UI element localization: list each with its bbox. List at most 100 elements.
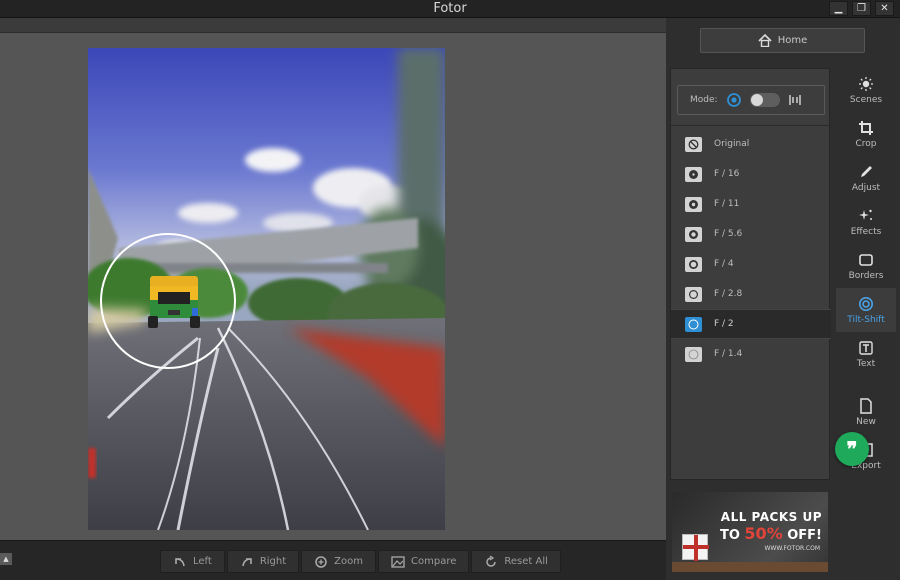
aperture-icon [685,346,702,362]
preset-label: F / 11 [714,199,740,209]
app-title: Fotor [433,1,467,16]
nav-label: Tilt-Shift [847,314,885,325]
preset-list: Original F / 16 F / 11 F / 5.6 F / 4 F /… [671,129,831,369]
promo-banner[interactable]: ALL PACKS UP TO 50% OFF! WWW.FOTOR.COM [672,492,828,572]
photo-canvas[interactable] [88,48,445,530]
minimize-button[interactable]: ▁ [829,1,848,16]
home-label: Home [777,35,808,46]
toggle-knob [750,94,763,106]
reset-all-label: Reset All [504,556,548,567]
linear-mode-icon[interactable] [788,94,802,106]
nav-tilt-shift[interactable]: Tilt-Shift [836,288,896,332]
rotate-left-label: Left [193,556,212,567]
preset-f2-8[interactable]: F / 2.8 [671,279,831,309]
new-file-icon [860,397,872,414]
gift-box-icon [682,534,709,561]
nav-label: Borders [848,270,884,281]
rotate-right-icon [242,557,252,566]
promo-table-graphic [672,562,828,572]
preset-label: F / 1.4 [714,349,743,359]
close-button[interactable]: ✕ [875,1,894,16]
nav-label: New [856,416,876,427]
pencil-icon [861,165,872,177]
aperture-icon [685,166,702,182]
nav-label: Text [856,358,876,369]
rotate-left-button[interactable]: Left [160,550,225,573]
quote-chat-button[interactable]: ❞ [835,432,869,466]
compare-label: Compare [411,556,457,567]
nav-scenes[interactable]: Scenes [836,68,896,112]
aperture-icon [685,286,702,302]
preset-f11[interactable]: F / 11 [671,189,831,219]
canvas-area [0,18,666,540]
compare-icon [391,555,405,568]
edited-photo [88,48,445,530]
home-button[interactable]: Home [700,28,865,53]
restore-button[interactable]: ❐ [852,1,871,16]
preset-f4[interactable]: F / 4 [671,249,831,279]
preset-label: F / 16 [714,169,740,179]
nav-label: Scenes [849,94,883,105]
title-bar: Fotor ▁ ❐ ✕ [0,0,900,18]
nav-new[interactable]: New [836,390,896,434]
no-effect-icon [685,136,702,152]
aperture-icon [685,316,702,332]
zoom-button[interactable]: Zoom [301,550,376,573]
bottom-toolbar: ▲ Left Right Zoom Compare Reset All [0,540,666,580]
nav-label: Crop [855,138,877,149]
border-icon [859,253,873,266]
zoom-label: Zoom [334,556,363,567]
nav-borders[interactable]: Borders [836,244,896,288]
crop-icon [859,120,873,135]
promo-offer-suffix: OFF! [782,528,822,543]
rotate-left-icon [175,557,185,566]
reset-all-button[interactable]: Reset All [471,550,561,573]
rotate-right-label: Right [259,556,287,567]
tilt-shift-icon [859,296,873,311]
nav-label: Adjust [851,182,881,193]
radial-mode-icon[interactable] [726,92,742,108]
canvas-header-strip [0,18,666,33]
preset-f1-4[interactable]: F / 1.4 [671,339,831,369]
right-panel: Home Mode: Original F / 16 F / 11 F / 5.… [666,18,900,580]
collapse-panel-button[interactable]: ▲ [0,553,12,565]
sparkle-icon [859,209,872,220]
preset-label: F / 2 [714,319,734,329]
rotate-right-button[interactable]: Right [226,550,300,573]
nav-crop[interactable]: Crop [836,112,896,156]
image-tools: Left Right Zoom Compare Reset All [160,550,561,573]
promo-headline: ALL PACKS UP [720,510,822,524]
preset-original[interactable]: Original [671,129,831,159]
promo-offer-prefix: TO [719,528,745,543]
aperture-icon [685,226,702,242]
preset-f5-6[interactable]: F / 5.6 [671,219,831,249]
nav-label: Effects [850,226,882,237]
preset-label: F / 4 [714,259,734,269]
home-icon [758,34,772,47]
window-controls: ▁ ❐ ✕ [829,1,894,16]
compare-button[interactable]: Compare [378,550,470,573]
mode-toggle[interactable] [749,93,780,107]
text-icon [859,340,873,355]
promo-url: WWW.FOTOR.COM [764,545,820,552]
promo-discount: 50% [744,524,783,543]
sun-icon [859,76,873,91]
preset-label: Original [714,139,750,149]
mode-label: Mode: [690,95,718,105]
promo-offer: TO 50% OFF! [720,524,822,543]
mode-selector: Mode: [677,85,825,115]
side-navigation: Scenes Crop Adjust Effects Borders Tilt-… [836,68,896,478]
panel-divider [671,125,831,126]
nav-text[interactable]: Text [836,332,896,376]
aperture-icon [685,256,702,272]
tilt-shift-panel: Mode: Original F / 16 F / 11 F / 5.6 F /… [670,68,831,480]
preset-f2[interactable]: F / 2 [671,309,831,339]
reset-icon [486,554,497,567]
preset-label: F / 2.8 [714,289,743,299]
zoom-icon [315,555,327,568]
aperture-icon [685,196,702,212]
nav-effects[interactable]: Effects [836,200,896,244]
nav-adjust[interactable]: Adjust [836,156,896,200]
preset-f16[interactable]: F / 16 [671,159,831,189]
